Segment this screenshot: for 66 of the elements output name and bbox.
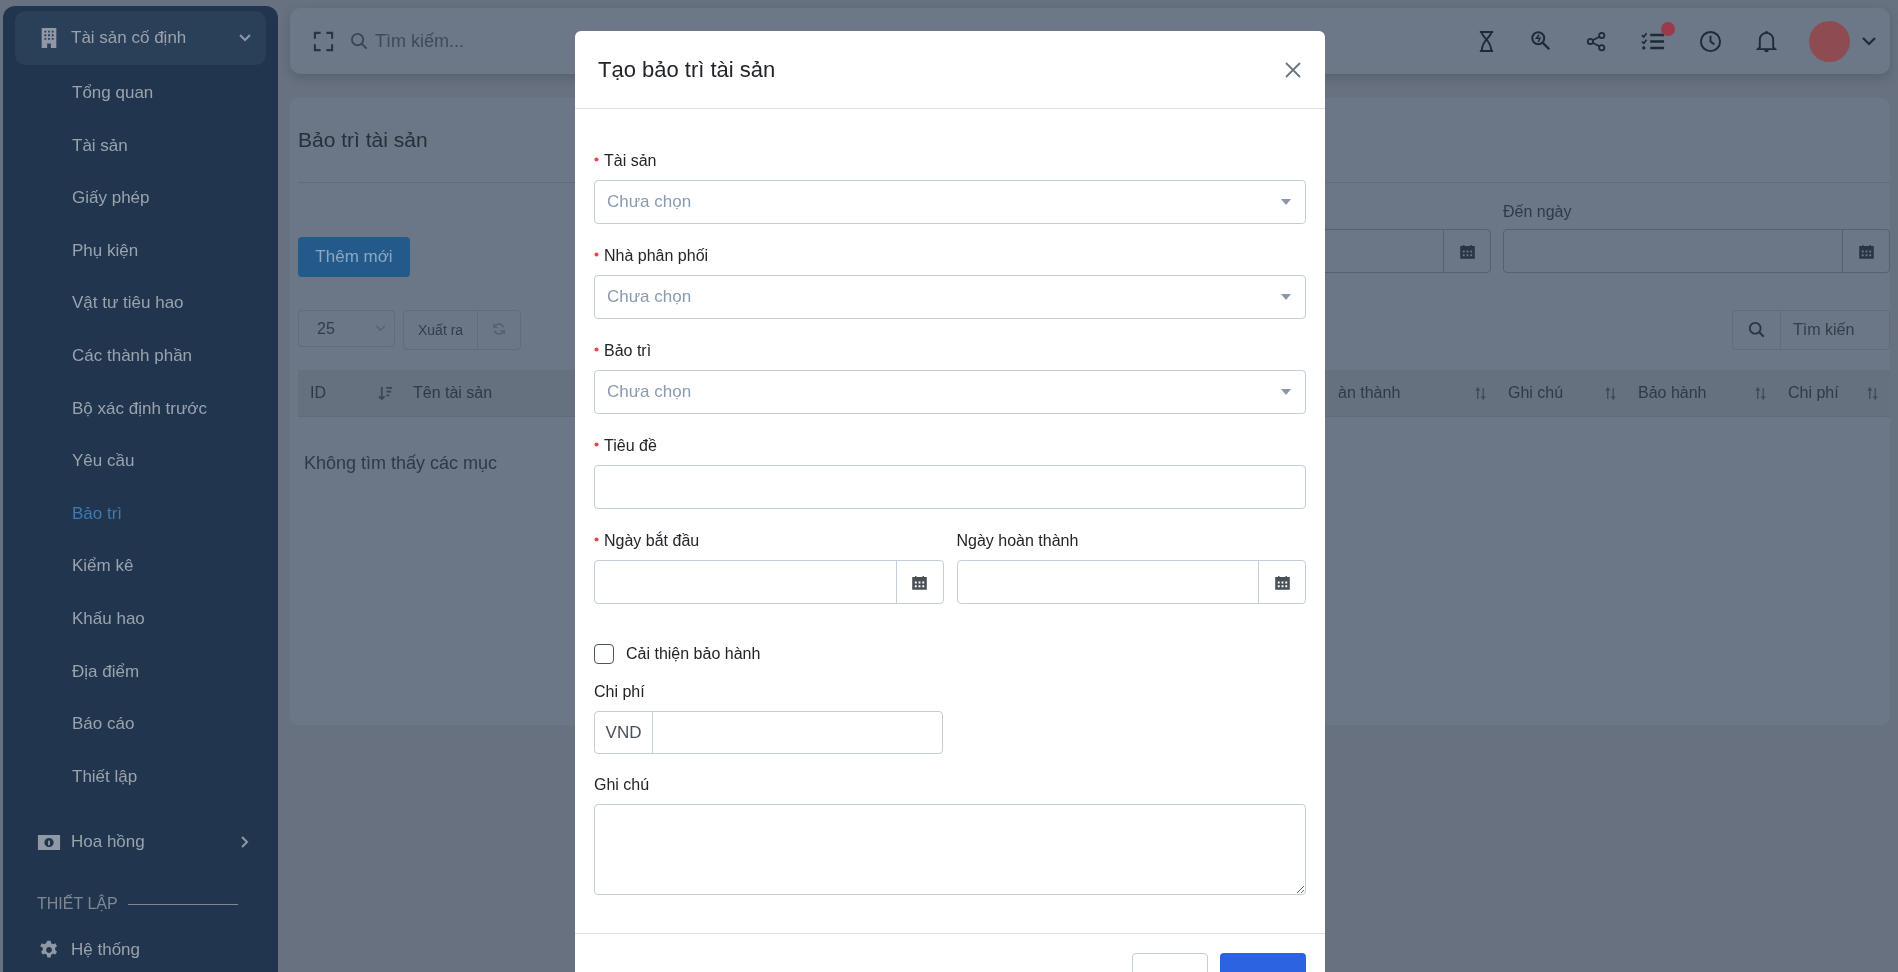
sidebar-item[interactable]: Yêu cầu <box>15 435 266 488</box>
caret-icon <box>1281 389 1291 395</box>
sidebar-item[interactable]: Tổng quan <box>15 67 266 120</box>
sidebar-item[interactable]: Bảo trì <box>15 487 266 541</box>
field-label: Nhà phân phối <box>604 247 709 265</box>
sidebar-system-item[interactable]: Hệ thống <box>15 923 266 972</box>
sidebar-item[interactable]: Báo cáo <box>15 698 266 751</box>
sort-icon[interactable] <box>1867 386 1878 400</box>
sidebar-item[interactable]: Khấu hao <box>15 592 266 646</box>
empty-message: Không tìm thấy các mục <box>304 453 499 474</box>
field-label: Ngày bắt đầu <box>604 532 700 550</box>
sort-icon[interactable] <box>1475 386 1486 400</box>
caret-icon <box>1281 294 1291 300</box>
chevron-down-icon[interactable] <box>1862 36 1876 46</box>
field-label: Chi phí <box>594 683 645 701</box>
caret-icon <box>1281 199 1291 205</box>
select-field[interactable]: Chưa chọn <box>594 275 1306 319</box>
notification-dot <box>1661 21 1675 36</box>
hourglass-icon[interactable] <box>1477 29 1496 53</box>
checklist-icon[interactable] <box>1641 31 1665 51</box>
section-heading: THIẾT LẬP <box>37 895 118 914</box>
sidebar-item[interactable]: Tài sản <box>15 119 266 173</box>
field-label: Bảo trì <box>604 342 652 360</box>
sidebar-item[interactable]: Thiết lập <box>15 750 266 804</box>
calendar-icon <box>1274 574 1290 590</box>
sidebar-item[interactable]: Bộ xác định trước <box>15 382 266 436</box>
field-label: Ghi chú <box>594 776 650 794</box>
sidebar-item[interactable]: Phụ kiện <box>15 224 266 278</box>
sidebar-commission-item[interactable]: Hoa hồng <box>15 815 266 870</box>
date-field[interactable] <box>1503 229 1890 273</box>
text-area[interactable] <box>594 804 1306 895</box>
field-label: Đến ngày <box>1503 203 1573 221</box>
calendar-icon <box>912 574 927 590</box>
calendar-icon <box>1858 243 1874 259</box>
sidebar-item[interactable]: Vật tư tiêu hao <box>15 277 266 330</box>
field-label: Ngày hoàn thành <box>956 532 1079 550</box>
sort-icon[interactable] <box>1605 386 1616 400</box>
calendar-icon <box>1459 243 1475 259</box>
sort-icon[interactable] <box>1755 386 1766 400</box>
input-field[interactable]: VND <box>594 711 943 754</box>
field-label: Tài sản <box>604 152 657 170</box>
field-label: Tiêu đề <box>604 437 657 455</box>
add-new-button[interactable]: Thêm mới <box>298 237 410 277</box>
select-field[interactable]: Chưa chọn <box>594 180 1306 224</box>
checkbox-label: Cải thiện bảo hành <box>626 645 761 663</box>
checkbox[interactable] <box>594 644 614 664</box>
page-size-select[interactable]: 25 <box>298 310 395 347</box>
sort-icon[interactable] <box>378 385 393 401</box>
money-bill-icon <box>37 833 61 851</box>
sidebar-item[interactable]: Kiểm kê <box>15 540 266 593</box>
sidebar-item[interactable]: Giấy phép <box>15 172 266 225</box>
search-icon[interactable] <box>1530 30 1552 52</box>
sidebar-item[interactable]: Địa điểm <box>15 645 266 699</box>
fullscreen-icon[interactable] <box>313 30 334 52</box>
sidebar-module-item[interactable]: Tài sản cố định <box>15 11 266 65</box>
select-field[interactable]: Chưa chọn <box>594 370 1306 414</box>
modal-title: Tạo bảo trì tài sản <box>598 56 776 83</box>
bell-icon[interactable] <box>1756 29 1777 53</box>
avatar[interactable] <box>1809 20 1850 62</box>
currency-addon: VND <box>595 712 653 753</box>
close-icon[interactable] <box>1285 61 1301 78</box>
sidebar-item[interactable]: Các thành phần <box>15 329 266 383</box>
input-field[interactable] <box>594 465 1306 509</box>
search-icon <box>350 31 369 51</box>
share-icon[interactable] <box>1586 30 1607 52</box>
clock-icon[interactable] <box>1699 29 1722 53</box>
